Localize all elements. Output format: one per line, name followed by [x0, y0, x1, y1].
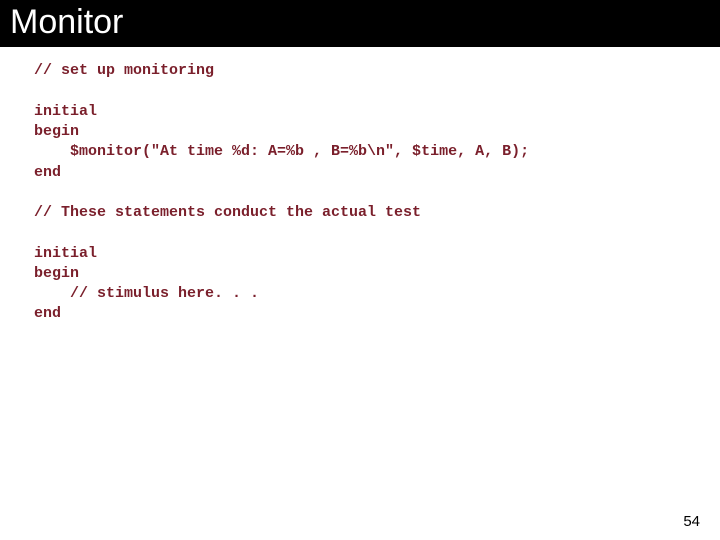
code-block: // set up monitoring initial begin $moni…	[0, 47, 720, 324]
slide-title: Monitor	[0, 0, 720, 47]
page-number: 54	[683, 513, 700, 530]
code-text: // set up monitoring initial begin $moni…	[34, 62, 529, 322]
title-text: Monitor	[10, 3, 123, 41]
page-number-text: 54	[683, 513, 700, 530]
